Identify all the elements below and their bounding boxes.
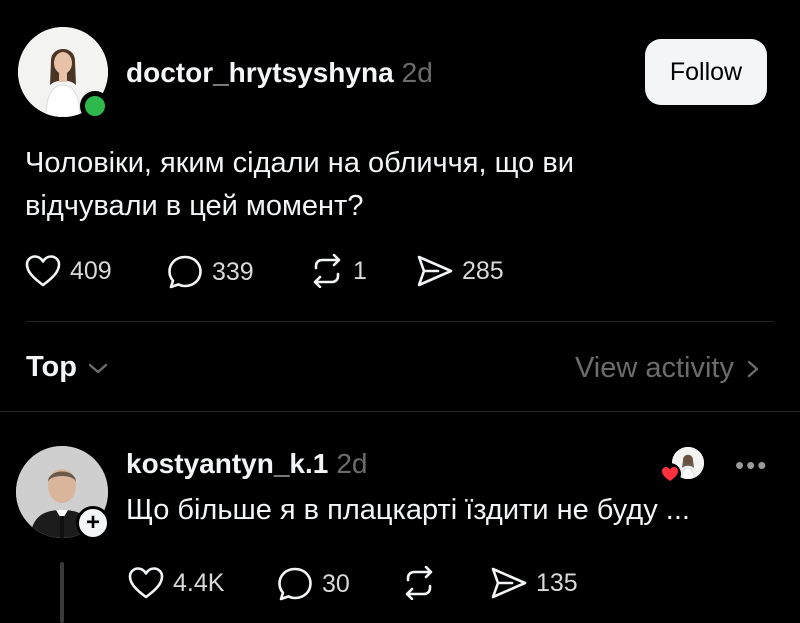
repost-icon [405,566,433,600]
post-like-button[interactable]: 409 [24,254,112,288]
reply-username[interactable]: kostyantyn_k.1 [126,448,328,479]
reply-like-count: 4.4K [173,568,225,597]
post-username[interactable]: doctor_hrytsyshyna [126,57,394,88]
reply-time: 2d [336,448,368,479]
post-author: doctor_hrytsyshyna 2d [126,57,433,89]
reply-like-button[interactable]: 4.4K [127,566,224,600]
follow-button[interactable]: Follow [645,39,767,105]
chevron-down-icon [88,363,108,373]
follow-button-label: Follow [669,57,743,86]
post-text-line-1: Чоловіки, яким сідали на обличчя, що ви [25,147,574,179]
more-options-button[interactable]: ••• [735,450,768,481]
reply-repost-button[interactable] [401,566,445,600]
post-repost-count: 1 [353,256,367,285]
post-comment-count: 339 [212,257,254,286]
divider [26,321,774,322]
heart-badge-icon [659,463,681,485]
post-like-count: 409 [70,256,112,285]
post-text-line-2: відчували в цей момент? [25,190,364,222]
view-activity-link[interactable]: View activity [575,352,764,385]
repost-icon [313,254,341,288]
reply-share-count: 135 [536,568,578,597]
post-text: Чоловіки, яким сідали на обличчя, що ви … [25,142,725,228]
comment-icon [168,255,202,289]
reply-share-button[interactable]: 135 [490,566,578,600]
chevron-right-icon [747,360,759,377]
view-activity-label: View activity [574,352,734,384]
sort-dropdown[interactable]: Top [26,351,111,384]
post-share-count: 285 [462,256,504,285]
sort-label: Top [26,351,77,383]
heart-icon [128,567,164,599]
reply-comment-count: 30 [322,569,350,598]
divider [0,411,800,412]
send-icon [417,255,453,287]
online-status-indicator [80,91,110,121]
post-share-button[interactable]: 285 [416,254,504,288]
heart-icon [25,255,61,287]
reply-text: Що більше я в плацкарті їздити не буду .… [126,494,690,526]
thread-line [60,562,64,623]
reply-author: kostyantyn_k.1 2d [126,448,367,480]
post-time: 2d [401,57,433,88]
post-repost-button[interactable]: 1 [309,254,367,288]
more-icon: ••• [735,450,769,480]
send-icon [491,567,527,599]
comment-icon [278,567,312,601]
reply-comment-button[interactable]: 30 [276,566,350,602]
post-comment-button[interactable]: 339 [166,254,254,290]
follow-plus-icon[interactable]: + [76,506,110,540]
